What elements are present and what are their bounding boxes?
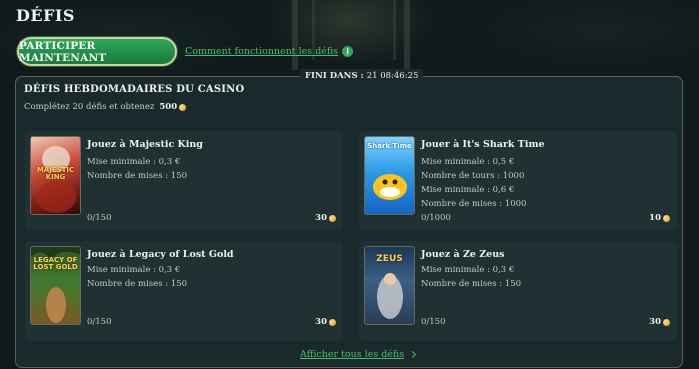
coin-icon xyxy=(329,214,336,222)
coin-icon xyxy=(663,318,670,326)
section-subtitle: Complétez 20 défis et obtenez 500 xyxy=(24,102,187,112)
card-title: Jouez à Legacy of Lost Gold xyxy=(87,249,234,260)
thumb-label-shark-time: Shark Time xyxy=(367,142,412,150)
shark-thumbnail-icon[interactable]: Shark Time xyxy=(364,136,415,215)
section-subtitle-text: Complétez 20 défis et obtenez xyxy=(24,102,155,112)
card-reward: 30 xyxy=(649,317,670,327)
card-reward: 30 xyxy=(315,317,336,327)
card-progress: 0/150 xyxy=(421,317,446,327)
card-reward: 30 xyxy=(315,213,336,223)
timer-value: 21 08:46:25 xyxy=(366,70,419,81)
coin-icon xyxy=(329,318,336,326)
challenge-card-shark-time[interactable]: Shark Time Jouer à It's Shark Time Mise … xyxy=(359,131,677,231)
card-detail: Nombre de mises : 150 xyxy=(421,279,522,289)
page-title: DÉFIS xyxy=(16,6,75,25)
section-title: DÉFIS HEBDOMADAIRES DU CASINO xyxy=(24,84,245,95)
total-reward: 500 xyxy=(159,102,187,112)
zeus-thumbnail-icon[interactable]: ZEUS xyxy=(364,246,415,325)
thumb-label-zeus: ZEUS xyxy=(376,254,403,264)
card-title: Jouez à Ze Zeus xyxy=(421,249,505,260)
challenge-card-ze-zeus[interactable]: ZEUS Jouez à Ze Zeus Mise minimale : 0,3… xyxy=(359,241,677,341)
card-detail: Nombre de mises : 150 xyxy=(87,171,188,181)
participate-now-button[interactable]: PARTICIPER MAINTENANT xyxy=(17,37,177,66)
card-detail: Mise minimale : 0,3 € xyxy=(421,265,515,275)
total-reward-value: 500 xyxy=(159,102,178,112)
coin-icon xyxy=(179,103,187,111)
card-reward-value: 30 xyxy=(315,317,327,327)
thumb-label-majestic-king: MAJESTIC KING xyxy=(36,166,75,182)
card-title: Jouer à It's Shark Time xyxy=(421,139,545,150)
card-detail: Nombre de mises : 150 xyxy=(87,279,188,289)
show-all-label: Afficher tous les défis xyxy=(300,349,405,360)
countdown-timer: FINI DANS : 21 08:46:25 xyxy=(300,69,424,82)
thumb-label-legacy: LEGACY OF LOST GOLD xyxy=(33,256,78,272)
card-progress: 0/150 xyxy=(87,213,112,223)
background-temple-arch xyxy=(292,0,410,70)
card-progress: 0/1000 xyxy=(421,213,451,223)
card-reward-value: 30 xyxy=(315,213,327,223)
card-detail: Nombre de mises : 1000 xyxy=(421,199,527,209)
card-reward-value: 10 xyxy=(649,213,661,223)
jungle-thumbnail-icon[interactable]: LEGACY OF LOST GOLD xyxy=(30,246,81,325)
card-reward: 10 xyxy=(649,213,670,223)
card-title: Jouez à Majestic King xyxy=(87,139,203,150)
how-challenges-work-link[interactable]: Comment fonctionnent les défis i xyxy=(185,46,354,57)
challenge-card-legacy-of-lost-gold[interactable]: LEGACY OF LOST GOLD Jouez à Legacy of Lo… xyxy=(25,241,343,341)
coin-icon xyxy=(663,214,670,222)
card-progress: 0/150 xyxy=(87,317,112,327)
card-detail: Mise minimale : 0,5 € xyxy=(421,157,515,167)
info-icon[interactable]: i xyxy=(342,46,354,57)
challenge-card-majestic-king[interactable]: MAJESTIC KING Jouez à Majestic King Mise… xyxy=(25,131,343,231)
how-challenges-work-label: Comment fonctionnent les défis xyxy=(185,46,339,57)
card-detail: Mise minimale : 0,6 € xyxy=(421,185,515,195)
show-all-challenges-link[interactable]: Afficher tous les défis xyxy=(300,349,417,360)
timer-label: FINI DANS : xyxy=(305,70,364,81)
card-detail: Mise minimale : 0,3 € xyxy=(87,265,181,275)
lion-king-thumbnail-icon[interactable]: MAJESTIC KING xyxy=(30,136,81,215)
chevron-right-icon xyxy=(409,350,417,359)
card-detail: Nombre de tours : 1000 xyxy=(421,171,525,181)
card-detail: Mise minimale : 0,3 € xyxy=(87,157,181,167)
card-reward-value: 30 xyxy=(649,317,661,327)
